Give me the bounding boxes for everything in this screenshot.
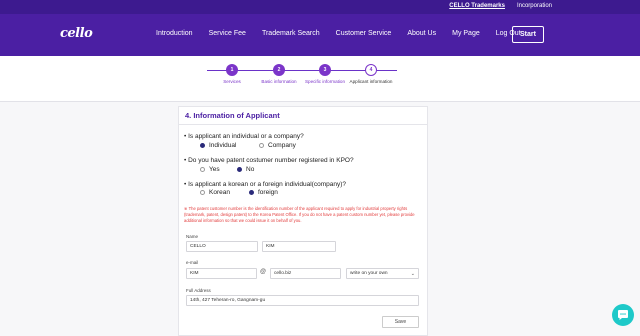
menu-trademark-search[interactable]: Trademark Search <box>262 30 320 37</box>
q2-text: • Do you have patent costumer number reg… <box>184 157 354 164</box>
step-4[interactable]: 4 Applicant information <box>341 64 401 84</box>
address-field[interactable]: 14th, 427 Teheran-ro, Gangnam-gu <box>186 295 419 306</box>
q3-label: Is applicant a korean or a foreign indiv… <box>188 181 346 188</box>
at-sign: @ <box>260 269 267 275</box>
top-strip: CELLO Trademarks Incorporation <box>0 0 640 14</box>
q3-option-korean[interactable]: Korean <box>200 189 230 196</box>
menu-customer-service[interactable]: Customer Service <box>336 30 392 37</box>
menu-introduction[interactable]: Introduction <box>156 30 193 37</box>
q2-opt1-label: Yes <box>209 166 220 173</box>
email-domain-select[interactable]: write on your own ⌄ <box>346 268 419 279</box>
q2-option-no[interactable]: No <box>237 166 254 173</box>
radio-empty-icon[interactable] <box>259 143 264 148</box>
q1-option-individual[interactable]: Individual <box>200 142 236 149</box>
q1-opt2-label: Company <box>268 142 296 149</box>
chat-button[interactable] <box>612 304 634 326</box>
menu-about-us[interactable]: About Us <box>407 30 436 37</box>
last-name-field[interactable]: KIM <box>262 241 336 252</box>
save-button[interactable]: Save <box>382 316 419 328</box>
q1-opt1-label: Individual <box>209 142 237 149</box>
step-3-number: 3 <box>319 64 331 76</box>
q3-opt2-label: foreign <box>258 189 278 196</box>
first-name-field[interactable]: CELLO <box>186 241 258 252</box>
start-button[interactable]: Start <box>512 26 544 43</box>
email-select-value: write on your own <box>350 271 388 276</box>
q1-text: • Is applicant an individual or a compan… <box>184 133 304 140</box>
step-2-number: 2 <box>273 64 285 76</box>
top-link-incorporation[interactable]: Incorporation <box>517 3 552 9</box>
q1-option-company[interactable]: Company <box>259 142 296 149</box>
q2-label: Do you have patent costumer number regis… <box>188 157 354 164</box>
radio-empty-icon[interactable] <box>200 167 205 172</box>
email-label: e-mail <box>186 260 199 265</box>
step-1-number: 1 <box>226 64 238 76</box>
radio-empty-icon[interactable] <box>200 190 205 195</box>
q2-option-yes[interactable]: Yes <box>200 166 220 173</box>
progress-stepper: 1 Services 2 Basic information 3 Specifi… <box>0 56 640 102</box>
main-menu: Introduction Service Fee Trademark Searc… <box>156 30 537 37</box>
menu-my-page[interactable]: My Page <box>452 30 480 37</box>
email-domain-field[interactable]: cello.biz <box>270 268 341 279</box>
top-links: CELLO Trademarks Incorporation <box>449 3 552 9</box>
radio-selected-icon[interactable] <box>237 167 242 172</box>
q2-opt2-label: No <box>246 166 255 173</box>
navbar: cello Introduction Service Fee Trademark… <box>0 14 640 56</box>
radio-selected-icon[interactable] <box>200 143 205 148</box>
email-user-field[interactable]: KIM <box>186 268 257 279</box>
notice-text: ※ The patent customer number is the iden… <box>184 206 415 223</box>
name-label: Name <box>186 234 199 239</box>
q1-label: Is applicant an individual or a company? <box>188 133 304 140</box>
top-link-trademarks[interactable]: CELLO Trademarks <box>449 3 505 9</box>
chat-icon <box>618 310 628 320</box>
q3-text: • Is applicant a korean or a foreign ind… <box>184 181 346 188</box>
q3-option-foreign[interactable]: foreign <box>249 189 278 196</box>
q3-opt1-label: Korean <box>209 189 230 196</box>
step-4-number: 4 <box>365 64 377 76</box>
chevron-down-icon: ⌄ <box>410 271 415 277</box>
step-4-label: Applicant information <box>349 79 393 84</box>
address-label: Full Address <box>186 288 211 293</box>
section-title: 4. Information of Applicant <box>179 107 427 125</box>
brand-logo[interactable]: cello <box>60 26 93 41</box>
radio-selected-icon[interactable] <box>249 190 254 195</box>
menu-service-fee[interactable]: Service Fee <box>209 30 246 37</box>
